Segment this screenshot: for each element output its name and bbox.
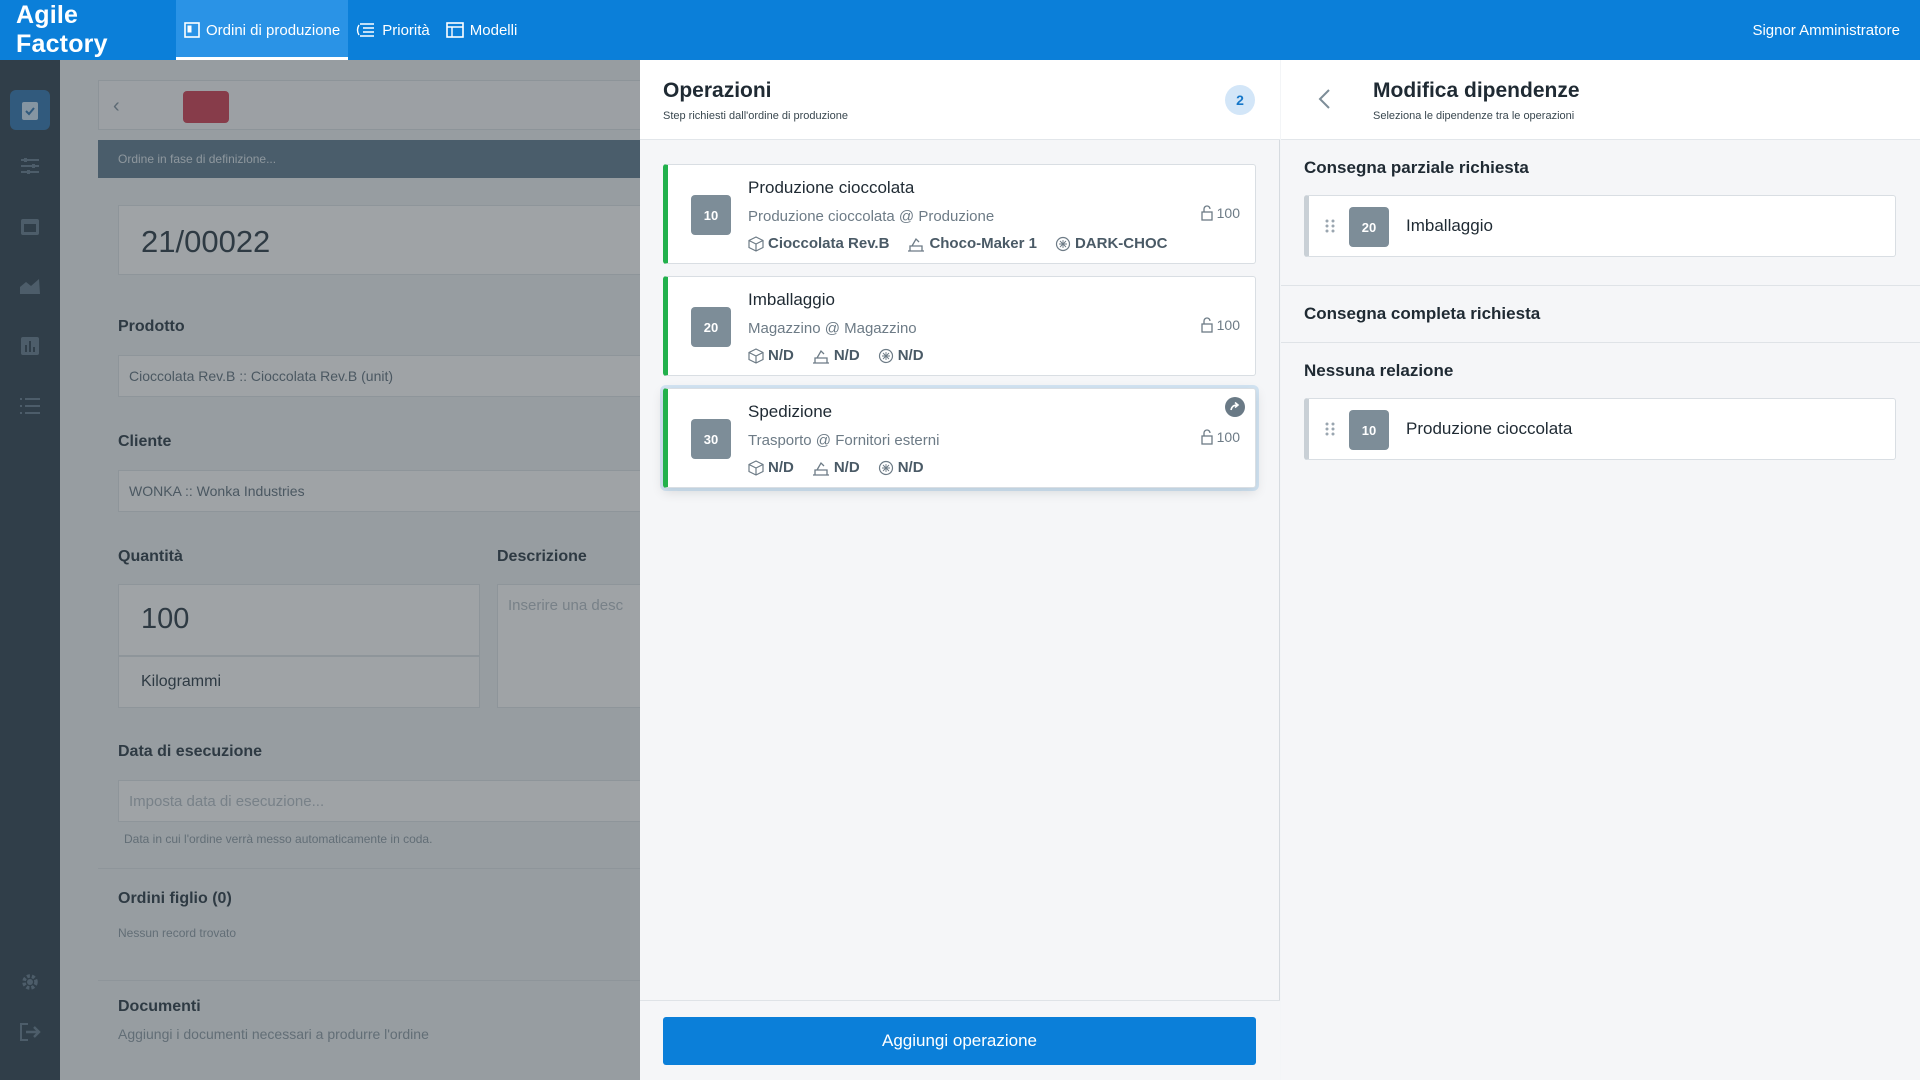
meta-material: N/D: [878, 347, 924, 364]
dependency-title: Produzione cioccolata: [1406, 419, 1573, 438]
meta-machine: Choco-Maker 1: [907, 235, 1037, 252]
dependencies-header: Modifica dipendenze Seleziona le dipende…: [1281, 60, 1920, 140]
quantity-value: 100: [1216, 317, 1240, 333]
box-icon: [748, 459, 764, 476]
meta-product-value: N/D: [768, 347, 794, 364]
operation-card-selected[interactable]: 30 Spedizione Trasporto @ Fornitori este…: [663, 388, 1256, 488]
operation-quantity: 100: [1200, 205, 1240, 221]
quantity-value: 100: [1216, 429, 1240, 445]
meta-machine-value: N/D: [833, 459, 860, 476]
dependencies-panel: Modifica dipendenze Seleziona le dipende…: [1281, 60, 1920, 1080]
meta-product: N/D: [748, 459, 794, 476]
dependency-sequence: 20: [1349, 207, 1389, 247]
machine-icon: [812, 461, 829, 476]
user-menu[interactable]: Signor Amministratore: [1752, 22, 1900, 39]
operation-meta: Cioccolata Rev.B Choco-Maker 1 DARK-CHOC: [748, 235, 1185, 252]
operations-subtitle: Step richiesti dall'ordine di produzione: [663, 110, 848, 122]
box-icon: [748, 347, 764, 364]
template-icon: [445, 22, 464, 38]
machine-icon: [812, 349, 829, 364]
dependency-sequence: 10: [1349, 410, 1389, 450]
operation-title: Produzione cioccolata: [748, 178, 915, 197]
meta-machine: N/D: [812, 347, 860, 364]
nav-modelli[interactable]: Modelli: [438, 0, 526, 60]
operation-subtitle: Produzione cioccolata @ Produzione: [748, 208, 995, 225]
operation-subtitle: Magazzino @ Magazzino: [748, 320, 917, 337]
meta-product: Cioccolata Rev.B: [748, 235, 889, 252]
lock-icon: [1200, 317, 1213, 333]
operations-footer: Aggiungi operazione: [640, 1000, 1280, 1080]
operation-sequence: 20: [691, 307, 731, 347]
meta-machine-value: Choco-Maker 1: [929, 235, 1037, 252]
operation-title: Spedizione: [748, 402, 833, 421]
operations-header: Operazioni Step richiesti dall'ordine di…: [640, 60, 1280, 140]
operations-panel: Operazioni Step richiesti dall'ordine di…: [640, 60, 1280, 1080]
app-title[interactable]: Agile Factory: [0, 1, 176, 59]
operation-quantity: 100: [1200, 429, 1240, 445]
operation-card[interactable]: 20 Imballaggio Magazzino @ Magazzino 100…: [663, 276, 1256, 376]
operation-meta: N/D N/D N/D: [748, 459, 942, 476]
meta-product: N/D: [748, 347, 794, 364]
dependencies-subtitle: Seleziona le dipendenze tra le operazion…: [1373, 110, 1575, 122]
modal-backdrop[interactable]: [0, 60, 640, 1080]
no-relation-label: Nessuna relazione: [1304, 361, 1454, 380]
box-icon: [748, 235, 764, 252]
board-icon: [184, 22, 200, 38]
operation-subtitle: Trasporto @ Fornitori esterni: [748, 432, 940, 449]
material-icon: [878, 348, 893, 363]
meta-material: DARK-CHOC: [1055, 235, 1168, 252]
nav-priorita[interactable]: Priorità: [348, 0, 438, 60]
operation-sequence: 30: [691, 419, 731, 459]
operation-title: Imballaggio: [748, 290, 835, 309]
operations-count-badge: 2: [1225, 85, 1255, 115]
meta-machine-value: N/D: [833, 347, 860, 364]
operations-title: Operazioni: [663, 79, 772, 102]
divider: [1281, 342, 1920, 343]
material-icon: [1055, 236, 1071, 251]
machine-icon: [908, 237, 925, 252]
priority-list-icon: [357, 23, 375, 37]
dependency-card[interactable]: 20 Imballaggio: [1304, 195, 1896, 257]
lock-icon: [1200, 205, 1213, 221]
meta-material: N/D: [878, 459, 924, 476]
top-bar: Agile Factory Ordini di produzione Prior…: [0, 0, 1920, 60]
meta-material-value: N/D: [897, 347, 924, 364]
material-icon: [878, 460, 893, 475]
meta-material-value: N/D: [897, 459, 924, 476]
nav-label: Modelli: [469, 21, 518, 39]
operation-quantity: 100: [1200, 317, 1240, 333]
meta-product-value: Cioccolata Rev.B: [768, 235, 890, 252]
dependency-title: Imballaggio: [1406, 216, 1493, 235]
complete-delivery-label: Consegna completa richiesta: [1304, 304, 1541, 323]
operation-card[interactable]: 10 Produzione cioccolata Produzione cioc…: [663, 164, 1256, 264]
meta-product-value: N/D: [768, 459, 794, 476]
open-link-icon[interactable]: [1225, 397, 1245, 417]
operation-sequence: 10: [691, 195, 731, 235]
nav-label: Ordini di produzione: [206, 21, 341, 39]
dependency-card[interactable]: 10 Produzione cioccolata: [1304, 398, 1896, 460]
operation-meta: N/D N/D N/D: [748, 347, 942, 364]
partial-delivery-label: Consegna parziale richiesta: [1304, 158, 1529, 177]
drag-handle-icon[interactable]: [1325, 421, 1335, 437]
arrow-forward-icon: [1230, 401, 1240, 411]
meta-material-value: DARK-CHOC: [1074, 235, 1168, 252]
quantity-value: 100: [1216, 205, 1240, 221]
chevron-left-icon[interactable]: [1317, 88, 1331, 110]
divider: [1281, 285, 1920, 286]
lock-icon: [1200, 429, 1213, 445]
nav-ordini-di-produzione[interactable]: Ordini di produzione: [176, 0, 349, 60]
drag-handle-icon[interactable]: [1325, 218, 1335, 234]
meta-machine: N/D: [812, 459, 860, 476]
nav-label: Priorità: [382, 21, 430, 39]
dependencies-title: Modifica dipendenze: [1373, 79, 1580, 102]
add-operation-button[interactable]: Aggiungi operazione: [663, 1017, 1256, 1065]
